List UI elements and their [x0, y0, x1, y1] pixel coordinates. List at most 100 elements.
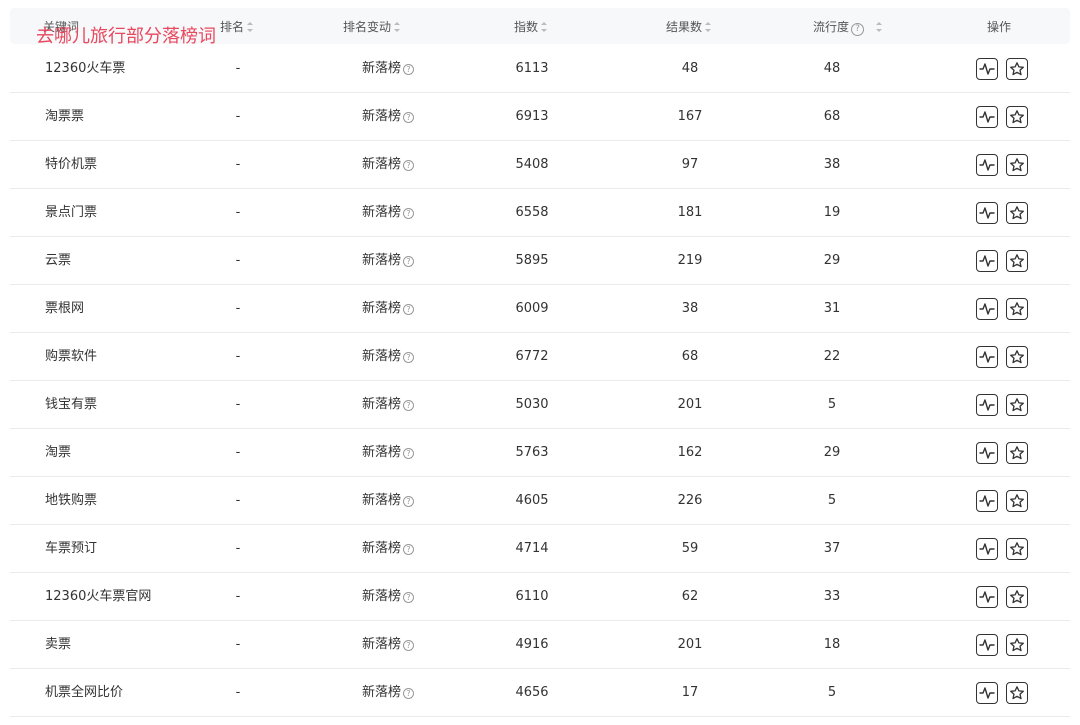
question-circle-icon[interactable]: ?	[403, 400, 414, 411]
index-cell: 4916	[515, 637, 549, 652]
table-row: 淘票票 - 新落榜? 6913 167 68	[10, 93, 1070, 141]
rank-change-cell: 新落榜?	[343, 669, 433, 717]
results-cell: 48	[681, 61, 699, 76]
results-cell: 219	[677, 253, 703, 268]
sort-icon[interactable]	[247, 22, 254, 32]
question-circle-icon[interactable]: ?	[403, 688, 414, 699]
table-row: 地铁购票 - 新落榜? 4605 226 5	[10, 477, 1070, 525]
flow-cell: 31	[823, 301, 841, 316]
rank-cell: -	[235, 349, 241, 364]
rank-change-label: 新落榜	[361, 445, 401, 460]
index-cell: 6113	[515, 61, 549, 76]
index-cell: 4656	[515, 685, 549, 700]
results-cell: 201	[677, 397, 703, 412]
trend-button[interactable]	[976, 346, 998, 368]
favorite-button[interactable]	[1006, 298, 1028, 320]
favorite-button[interactable]	[1006, 442, 1028, 464]
rank-change-label: 新落榜	[361, 109, 401, 124]
question-circle-icon[interactable]: ?	[403, 448, 414, 459]
rank-cell: -	[235, 205, 241, 220]
question-circle-icon[interactable]: ?	[403, 256, 414, 267]
question-circle-icon[interactable]: ?	[403, 304, 414, 315]
column-header-rank-change-label: 排名变动	[343, 20, 392, 34]
rank-cell: -	[235, 61, 241, 76]
favorite-button[interactable]	[1006, 394, 1028, 416]
trend-button[interactable]	[976, 586, 998, 608]
trend-button[interactable]	[976, 394, 998, 416]
flow-cell: 68	[823, 109, 841, 124]
favorite-button[interactable]	[1006, 490, 1028, 512]
rank-change-cell: 新落榜?	[343, 141, 433, 189]
rank-change-label: 新落榜	[361, 157, 401, 172]
index-cell: 5895	[515, 253, 549, 268]
sort-icon[interactable]	[541, 22, 548, 32]
sort-icon[interactable]	[876, 22, 883, 32]
results-cell: 162	[677, 445, 703, 460]
favorite-button[interactable]	[1006, 154, 1028, 176]
trend-button[interactable]	[976, 250, 998, 272]
rank-change-cell: 新落榜?	[343, 381, 433, 429]
rank-change-label: 新落榜	[361, 301, 401, 316]
rank-cell: -	[235, 589, 241, 604]
results-cell: 62	[681, 589, 699, 604]
column-header-actions: 操作	[987, 8, 1011, 44]
question-circle-icon[interactable]: ?	[403, 208, 414, 219]
keyword-cell: 票根网	[45, 301, 85, 316]
rank-change-cell: 新落榜?	[343, 525, 433, 573]
flow-cell: 5	[827, 397, 837, 412]
question-circle-icon[interactable]: ?	[403, 352, 414, 363]
trend-button[interactable]	[976, 538, 998, 560]
trend-button[interactable]	[976, 442, 998, 464]
keyword-cell: 淘票	[45, 445, 72, 460]
column-header-index[interactable]: 指数	[514, 8, 548, 44]
favorite-button[interactable]	[1006, 538, 1028, 560]
keyword-cell: 12360火车票官网	[45, 589, 152, 604]
question-circle-icon[interactable]: ?	[403, 640, 414, 651]
sort-icon[interactable]	[705, 22, 712, 32]
trend-button[interactable]	[976, 490, 998, 512]
keyword-cell: 淘票票	[45, 109, 85, 124]
rank-change-label: 新落榜	[361, 493, 401, 508]
question-circle-icon[interactable]: ?	[403, 160, 414, 171]
keyword-cell: 云票	[45, 253, 72, 268]
trend-button[interactable]	[976, 298, 998, 320]
trend-button[interactable]	[976, 682, 998, 704]
results-cell: 17	[681, 685, 699, 700]
index-cell: 6772	[515, 349, 549, 364]
question-circle-icon[interactable]: ?	[403, 64, 414, 75]
sort-icon[interactable]	[394, 22, 401, 32]
question-circle-icon[interactable]: ?	[851, 23, 865, 36]
favorite-button[interactable]	[1006, 634, 1028, 656]
favorite-button[interactable]	[1006, 58, 1028, 80]
index-cell: 4714	[515, 541, 549, 556]
rank-change-label: 新落榜	[361, 61, 401, 76]
question-circle-icon[interactable]: ?	[403, 544, 414, 555]
trend-button[interactable]	[976, 106, 998, 128]
flow-cell: 37	[823, 541, 841, 556]
favorite-button[interactable]	[1006, 202, 1028, 224]
question-circle-icon[interactable]: ?	[403, 496, 414, 507]
trend-button[interactable]	[976, 154, 998, 176]
favorite-button[interactable]	[1006, 346, 1028, 368]
favorite-button[interactable]	[1006, 682, 1028, 704]
rank-change-cell: 新落榜?	[343, 237, 433, 285]
favorite-button[interactable]	[1006, 106, 1028, 128]
question-circle-icon[interactable]: ?	[403, 112, 414, 123]
trend-button[interactable]	[976, 634, 998, 656]
rank-cell: -	[235, 109, 241, 124]
favorite-button[interactable]	[1006, 586, 1028, 608]
rank-change-cell: 新落榜?	[343, 189, 433, 237]
column-header-results[interactable]: 结果数	[666, 8, 712, 44]
favorite-button[interactable]	[1006, 250, 1028, 272]
table-row: 机票全网比价 - 新落榜? 4656 17 5	[10, 669, 1070, 717]
trend-button[interactable]	[976, 202, 998, 224]
results-cell: 226	[677, 493, 703, 508]
column-header-flow[interactable]: 流行度?	[813, 8, 883, 44]
table-row: 钱宝有票 - 新落榜? 5030 201 5	[10, 381, 1070, 429]
rank-change-cell: 新落榜?	[343, 429, 433, 477]
trend-button[interactable]	[976, 58, 998, 80]
table-row: 特价机票 - 新落榜? 5408 97 38	[10, 141, 1070, 189]
column-header-rank[interactable]: 排名	[220, 8, 254, 44]
column-header-rank-change[interactable]: 排名变动	[343, 8, 401, 44]
question-circle-icon[interactable]: ?	[403, 592, 414, 603]
